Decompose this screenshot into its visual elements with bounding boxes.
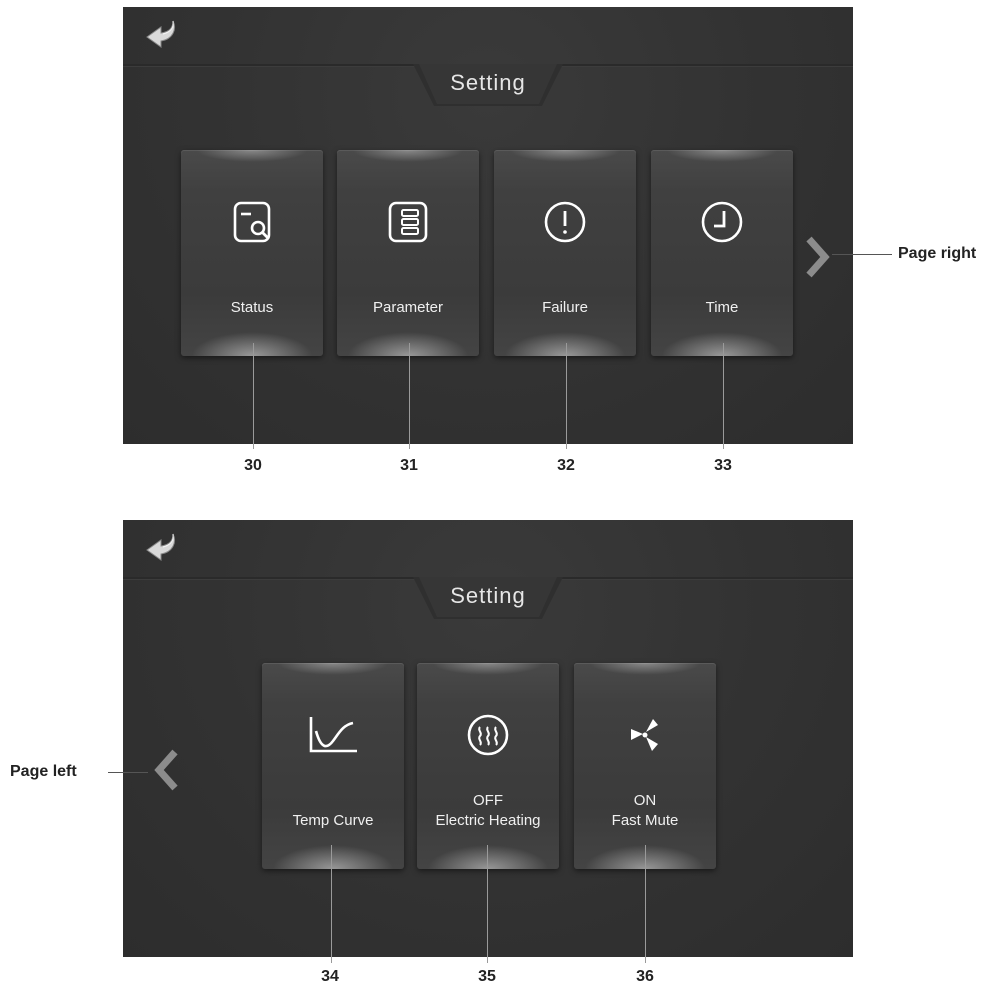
temp-curve-card[interactable]: Temp Curve xyxy=(262,663,404,869)
callout-35: 35 xyxy=(478,968,496,985)
back-arrow-icon xyxy=(146,20,175,48)
callout-36: 36 xyxy=(636,968,654,985)
fast-mute-state: ON xyxy=(633,792,657,809)
fast-mute-card[interactable]: ON Fast Mute xyxy=(574,663,716,869)
failure-label: Failure xyxy=(542,299,588,316)
electric-heating-icon xyxy=(467,714,509,756)
page-right-button[interactable] xyxy=(803,235,831,279)
parameter-label: Parameter xyxy=(372,299,444,316)
status-search-icon xyxy=(233,201,271,243)
page-left-button[interactable] xyxy=(153,748,181,792)
chevron-right-icon xyxy=(806,236,830,278)
page-title: Setting xyxy=(450,70,526,95)
electric-heating-card[interactable]: OFF Electric Heating xyxy=(417,663,559,869)
electric-heating-state: OFF xyxy=(473,792,503,809)
back-arrow-icon xyxy=(146,533,175,561)
clock-icon xyxy=(701,201,743,243)
failure-alert-icon xyxy=(544,201,586,243)
back-button[interactable] xyxy=(143,530,183,566)
temp-curve-label: Temp Curve xyxy=(292,812,374,829)
callout-31: 31 xyxy=(400,457,418,474)
setting-screen-page-2: Setting Temp Curve OFF Electric Heating xyxy=(123,520,853,957)
page-left-annotation: Page left xyxy=(10,763,77,780)
status-card[interactable]: Status xyxy=(181,150,323,356)
fast-mute-label: Fast Mute xyxy=(611,812,679,829)
parameter-card[interactable]: Parameter xyxy=(337,150,479,356)
parameter-list-icon xyxy=(388,201,428,243)
chevron-left-icon xyxy=(154,749,178,791)
page-right-annotation: Page right xyxy=(898,245,977,262)
fan-icon xyxy=(631,719,658,751)
setting-screen-page-1: Setting Status Parameter Failure Time xyxy=(123,7,853,444)
page-title: Setting xyxy=(450,583,526,608)
temp-curve-icon xyxy=(309,717,357,753)
callout-34: 34 xyxy=(321,968,339,985)
callout-33: 33 xyxy=(714,457,732,474)
electric-heating-label: Electric Heating xyxy=(435,812,541,829)
status-label: Status xyxy=(230,299,274,316)
time-card[interactable]: Time xyxy=(651,150,793,356)
callout-30: 30 xyxy=(244,457,262,474)
back-button[interactable] xyxy=(143,17,183,53)
callout-32: 32 xyxy=(557,457,575,474)
failure-card[interactable]: Failure xyxy=(494,150,636,356)
time-label: Time xyxy=(705,299,739,316)
